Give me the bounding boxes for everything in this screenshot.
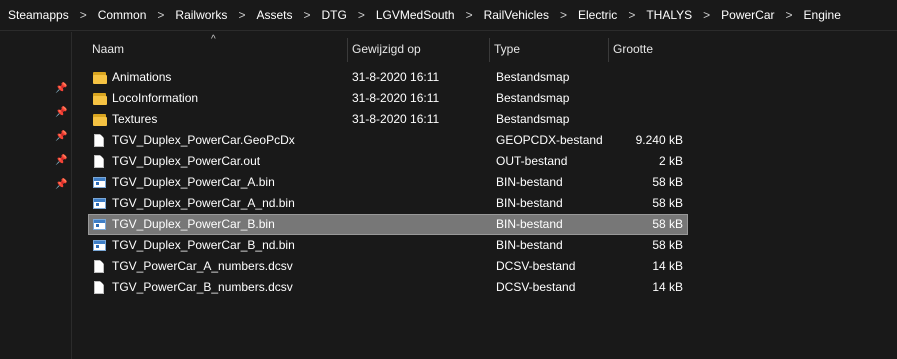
column-header-modified[interactable]: Gewijzigd op: [347, 38, 489, 62]
file-type: Bestandsmap: [496, 112, 570, 126]
file-modified: 31-8-2020 16:11: [352, 70, 440, 84]
file-name: Animations: [112, 70, 172, 84]
file-type: OUT-bestand: [496, 154, 568, 168]
bin-file-icon: [93, 197, 107, 210]
file-icon: [93, 281, 107, 294]
folder-icon: [93, 92, 107, 105]
column-header-size[interactable]: Grootte: [608, 38, 688, 62]
file-size: 58 kB: [652, 238, 683, 252]
file-name: Textures: [112, 112, 158, 126]
bin-file-icon: [93, 176, 107, 189]
file-row[interactable]: TGV_Duplex_PowerCar.GeoPcDx GEOPCDX-besta…: [88, 130, 688, 151]
chevron-right-icon[interactable]: >: [694, 8, 719, 22]
column-header-type[interactable]: Type: [489, 38, 608, 62]
breadcrumb-item[interactable]: THALYS: [644, 8, 694, 22]
file-size: 2 kB: [658, 154, 683, 168]
file-row-selected[interactable]: TGV_Duplex_PowerCar_B.bin BIN-bestand 58 k…: [88, 214, 688, 235]
chevron-right-icon[interactable]: >: [148, 8, 173, 22]
file-row[interactable]: TGV_Duplex_PowerCar_B_nd.bin BIN-bestand 5…: [88, 235, 688, 256]
file-type: Bestandsmap: [496, 91, 570, 105]
file-name: TGV_Duplex_PowerCar.GeoPcDx: [112, 133, 295, 147]
file-type: Bestandsmap: [496, 70, 570, 84]
file-name: TGV_PowerCar_B_numbers.dcsv: [112, 280, 293, 294]
file-row[interactable]: Textures 31-8-2020 16:11 Bestandsmap: [88, 109, 688, 130]
bin-file-icon: [93, 218, 107, 231]
breadcrumb-item[interactable]: Assets: [254, 8, 294, 22]
file-icon: [93, 134, 107, 147]
file-row[interactable]: TGV_PowerCar_A_numbers.dcsv DCSV-bestand 1…: [88, 256, 688, 277]
file-name: LocoInformation: [112, 91, 199, 105]
breadcrumb-item[interactable]: PowerCar: [719, 8, 776, 22]
file-name: TGV_Duplex_PowerCar.out: [112, 154, 261, 168]
pin-icon[interactable]: 📌: [55, 156, 67, 166]
pin-icon[interactable]: 📌: [55, 132, 67, 142]
file-type: BIN-bestand: [496, 217, 563, 231]
file-size: 9.240 kB: [635, 133, 683, 147]
folder-icon: [93, 71, 107, 84]
file-list: Animations 31-8-2020 16:11 Bestandsmap Loco…: [88, 67, 688, 298]
file-row[interactable]: TGV_Duplex_PowerCar_A.bin BIN-bestand 58 k…: [88, 172, 688, 193]
pin-icon[interactable]: 📌: [55, 180, 67, 190]
file-row[interactable]: Animations 31-8-2020 16:11 Bestandsmap: [88, 67, 688, 88]
file-size: 14 kB: [652, 280, 683, 294]
chevron-right-icon[interactable]: >: [71, 8, 96, 22]
file-size: 58 kB: [652, 175, 683, 189]
bin-file-icon: [93, 239, 107, 252]
file-type: BIN-bestand: [496, 196, 563, 210]
chevron-right-icon[interactable]: >: [349, 8, 374, 22]
file-row[interactable]: TGV_Duplex_PowerCar_A_nd.bin BIN-bestand 5…: [88, 193, 688, 214]
file-list-pane: ^ Naam Gewijzigd op Type Grootte Animati…: [71, 32, 897, 359]
chevron-right-icon[interactable]: >: [229, 8, 254, 22]
file-size: 58 kB: [652, 196, 683, 210]
chevron-right-icon[interactable]: >: [551, 8, 576, 22]
file-name: TGV_Duplex_PowerCar_B_nd.bin: [112, 238, 295, 252]
chevron-right-icon[interactable]: >: [457, 8, 482, 22]
file-type: DCSV-bestand: [496, 280, 576, 294]
breadcrumb-item[interactable]: Common: [96, 8, 149, 22]
file-name: TGV_Duplex_PowerCar_B.bin: [112, 217, 275, 231]
chevron-right-icon[interactable]: >: [294, 8, 319, 22]
file-size: 58 kB: [652, 217, 683, 231]
file-type: BIN-bestand: [496, 175, 563, 189]
file-row[interactable]: LocoInformation 31-8-2020 16:11 Bestandsma…: [88, 88, 688, 109]
chevron-right-icon[interactable]: >: [777, 8, 802, 22]
file-row[interactable]: TGV_Duplex_PowerCar.out OUT-bestand 2 kB: [88, 151, 688, 172]
column-header-row: ^ Naam Gewijzigd op Type Grootte: [88, 34, 688, 62]
folder-icon: [93, 113, 107, 126]
navigation-pane: 📌 📌 📌 📌 📌: [0, 32, 70, 359]
file-row[interactable]: TGV_PowerCar_B_numbers.dcsv DCSV-bestand 1…: [88, 277, 688, 298]
file-modified: 31-8-2020 16:11: [352, 91, 440, 105]
file-type: GEOPCDX-bestand: [496, 133, 603, 147]
breadcrumb: Steamapps > Common > Railworks > Assets > DTG > LG…: [0, 0, 897, 31]
breadcrumb-item[interactable]: DTG: [319, 8, 348, 22]
pin-icon[interactable]: 📌: [55, 108, 67, 118]
chevron-right-icon[interactable]: >: [619, 8, 644, 22]
file-icon: [93, 155, 107, 168]
breadcrumb-item[interactable]: Railworks: [173, 8, 229, 22]
breadcrumb-item[interactable]: LGVMedSouth: [374, 8, 457, 22]
column-header-name[interactable]: Naam: [88, 38, 348, 62]
pin-icon[interactable]: 📌: [55, 84, 67, 94]
breadcrumb-item[interactable]: Steamapps: [6, 8, 71, 22]
file-size: 14 kB: [652, 259, 683, 273]
file-icon: [93, 260, 107, 273]
file-name: TGV_Duplex_PowerCar_A_nd.bin: [112, 196, 295, 210]
file-type: DCSV-bestand: [496, 259, 576, 273]
file-modified: 31-8-2020 16:11: [352, 112, 440, 126]
breadcrumb-item[interactable]: Engine: [802, 8, 843, 22]
file-name: TGV_Duplex_PowerCar_A.bin: [112, 175, 275, 189]
breadcrumb-item[interactable]: RailVehicles: [482, 8, 551, 22]
breadcrumb-item[interactable]: Electric: [576, 8, 619, 22]
file-type: BIN-bestand: [496, 238, 563, 252]
file-name: TGV_PowerCar_A_numbers.dcsv: [112, 259, 293, 273]
